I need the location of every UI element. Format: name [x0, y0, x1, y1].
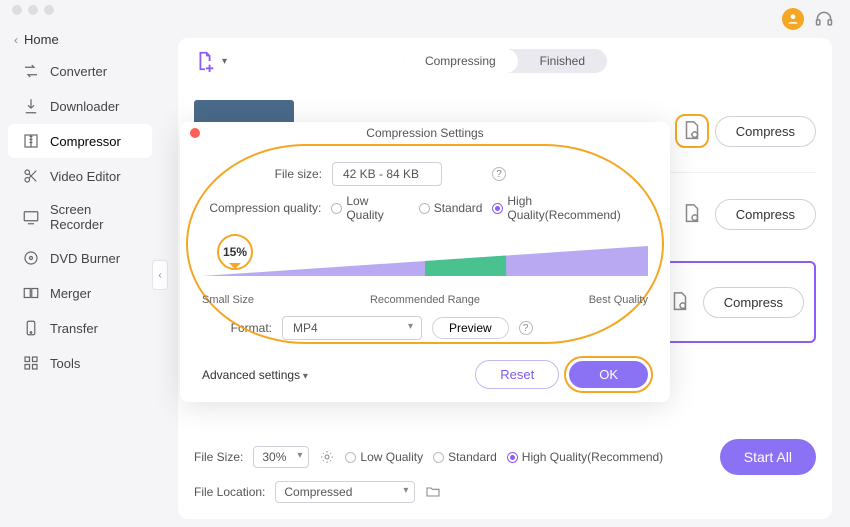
nav-label: Compressor	[50, 134, 121, 149]
nav-label: Merger	[50, 286, 91, 301]
file-location-select[interactable]: Compressed	[275, 481, 415, 503]
sidebar: ‹ Home Converter Downloader Compressor V…	[0, 20, 160, 527]
sidebar-item-screen-recorder[interactable]: Screen Recorder	[8, 194, 152, 240]
radio-high-quality[interactable]: High Quality(Recommend)	[492, 194, 648, 222]
nav-label: Video Editor	[50, 169, 121, 184]
transfer-icon	[22, 319, 40, 337]
chevron-left-icon: ‹	[14, 33, 18, 47]
file-size-label: File size:	[202, 167, 322, 181]
chevron-down-icon[interactable]: ▾	[222, 56, 227, 67]
preview-button[interactable]: Preview	[432, 317, 509, 339]
radio-standard[interactable]: Standard	[419, 201, 483, 215]
converter-icon	[22, 62, 40, 80]
compress-button[interactable]: Compress	[715, 116, 816, 147]
slider-label-best: Best Quality	[589, 294, 648, 306]
compressor-icon	[22, 132, 40, 150]
window-titlebar	[0, 0, 850, 20]
tab-compressing[interactable]: Compressing	[403, 49, 518, 73]
traffic-lights[interactable]	[12, 5, 54, 15]
home-label: Home	[24, 32, 59, 47]
format-select[interactable]: MP4	[282, 316, 422, 340]
help-icon[interactable]: ?	[519, 321, 533, 335]
item-settings-icon[interactable]	[669, 291, 691, 313]
dialog-title: Compression Settings	[190, 126, 660, 140]
ok-button[interactable]: OK	[569, 361, 648, 388]
format-label: Format:	[222, 321, 272, 335]
nav-label: Converter	[50, 64, 107, 79]
item-settings-icon[interactable]	[681, 203, 703, 225]
sidebar-item-compressor[interactable]: Compressor	[8, 124, 152, 158]
screen-recorder-icon	[22, 208, 40, 226]
tab-segment: Compressing Finished	[403, 49, 607, 73]
sidebar-item-video-editor[interactable]: Video Editor	[8, 159, 152, 193]
reset-button[interactable]: Reset	[475, 360, 559, 389]
dvd-icon	[22, 249, 40, 267]
advanced-settings-toggle[interactable]: Advanced settings	[202, 368, 308, 382]
sidebar-item-transfer[interactable]: Transfer	[8, 311, 152, 345]
nav-label: Transfer	[50, 321, 98, 336]
compression-settings-dialog: Compression Settings File size: 42 KB - …	[180, 122, 670, 402]
radio-high-quality[interactable]: High Quality(Recommend)	[507, 450, 663, 464]
home-link[interactable]: ‹ Home	[0, 26, 160, 53]
compress-button[interactable]: Compress	[715, 199, 816, 230]
slider-handle[interactable]: 15%	[217, 234, 253, 270]
nav-label: Screen Recorder	[50, 202, 138, 232]
gear-icon[interactable]	[319, 449, 335, 465]
slider-label-small: Small Size	[202, 294, 254, 306]
nav-label: Tools	[50, 356, 80, 371]
sidebar-item-tools[interactable]: Tools	[8, 346, 152, 380]
nav-label: DVD Burner	[50, 251, 120, 266]
radio-low-quality[interactable]: Low Quality	[345, 450, 423, 464]
compress-button[interactable]: Compress	[703, 287, 804, 318]
item-settings-icon[interactable]	[681, 120, 703, 142]
downloader-icon	[22, 97, 40, 115]
quality-label: Compression quality:	[202, 201, 321, 215]
file-size-input[interactable]: 42 KB - 84 KB	[332, 162, 442, 186]
tab-finished[interactable]: Finished	[518, 49, 607, 73]
file-size-label: File Size:	[194, 450, 243, 464]
sidebar-item-downloader[interactable]: Downloader	[8, 89, 152, 123]
avatar[interactable]	[782, 8, 804, 30]
support-icon[interactable]	[814, 9, 834, 29]
video-editor-icon	[22, 167, 40, 185]
merger-icon	[22, 284, 40, 302]
help-icon[interactable]: ?	[492, 167, 506, 181]
sidebar-item-merger[interactable]: Merger	[8, 276, 152, 310]
tools-icon	[22, 354, 40, 372]
start-all-button[interactable]: Start All	[720, 439, 816, 475]
file-size-select[interactable]: 30%	[253, 446, 309, 468]
quality-slider[interactable]: 15%	[202, 238, 648, 288]
add-file-icon[interactable]	[194, 50, 216, 72]
folder-icon[interactable]	[425, 484, 441, 500]
file-location-label: File Location:	[194, 485, 265, 499]
sidebar-item-dvd-burner[interactable]: DVD Burner	[8, 241, 152, 275]
nav-label: Downloader	[50, 99, 119, 114]
slider-label-recommended: Recommended Range	[370, 294, 480, 306]
radio-low-quality[interactable]: Low Quality	[331, 194, 408, 222]
sidebar-item-converter[interactable]: Converter	[8, 54, 152, 88]
sidebar-collapse-toggle[interactable]: ‹	[152, 260, 168, 290]
radio-standard[interactable]: Standard	[433, 450, 497, 464]
